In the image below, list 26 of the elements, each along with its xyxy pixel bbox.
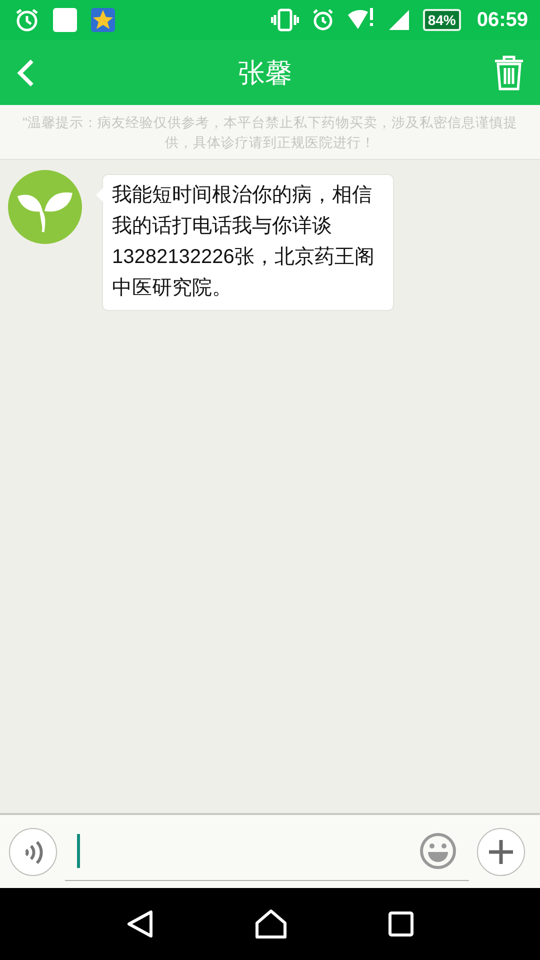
- battery-indicator: 84%: [422, 9, 461, 31]
- trash-icon: [492, 54, 526, 90]
- delete-button[interactable]: [492, 54, 526, 90]
- home-button[interactable]: [254, 909, 287, 939]
- text-cursor: [77, 834, 80, 868]
- signal-icon: [386, 8, 411, 32]
- recent-apps-button[interactable]: [388, 911, 414, 937]
- clock-time: 06:59: [476, 8, 528, 32]
- alarm-clock-icon: [14, 7, 40, 33]
- home-icon: [254, 909, 287, 939]
- vibrate-icon: [270, 8, 299, 32]
- add-button[interactable]: [477, 828, 525, 876]
- bubble-tail: [96, 188, 103, 202]
- back-nav-button[interactable]: [126, 909, 154, 939]
- message-bubble: 我能短时间根治你的病，相信我的话打电话我与你详谈13282132226张，北京药王阁中医研究院。: [102, 174, 394, 311]
- avatar-icon: [8, 170, 82, 244]
- star-app-icon: [90, 7, 116, 33]
- plus-icon: [487, 838, 515, 866]
- app-icon: [52, 7, 78, 33]
- triangle-icon: [126, 909, 154, 939]
- smiley-icon[interactable]: [419, 832, 457, 870]
- alarm-clock-icon: [310, 8, 335, 32]
- message-input-field[interactable]: [65, 832, 469, 881]
- voice-button[interactable]: [9, 828, 57, 876]
- chat-title: 张馨: [238, 56, 292, 90]
- square-icon: [388, 911, 414, 937]
